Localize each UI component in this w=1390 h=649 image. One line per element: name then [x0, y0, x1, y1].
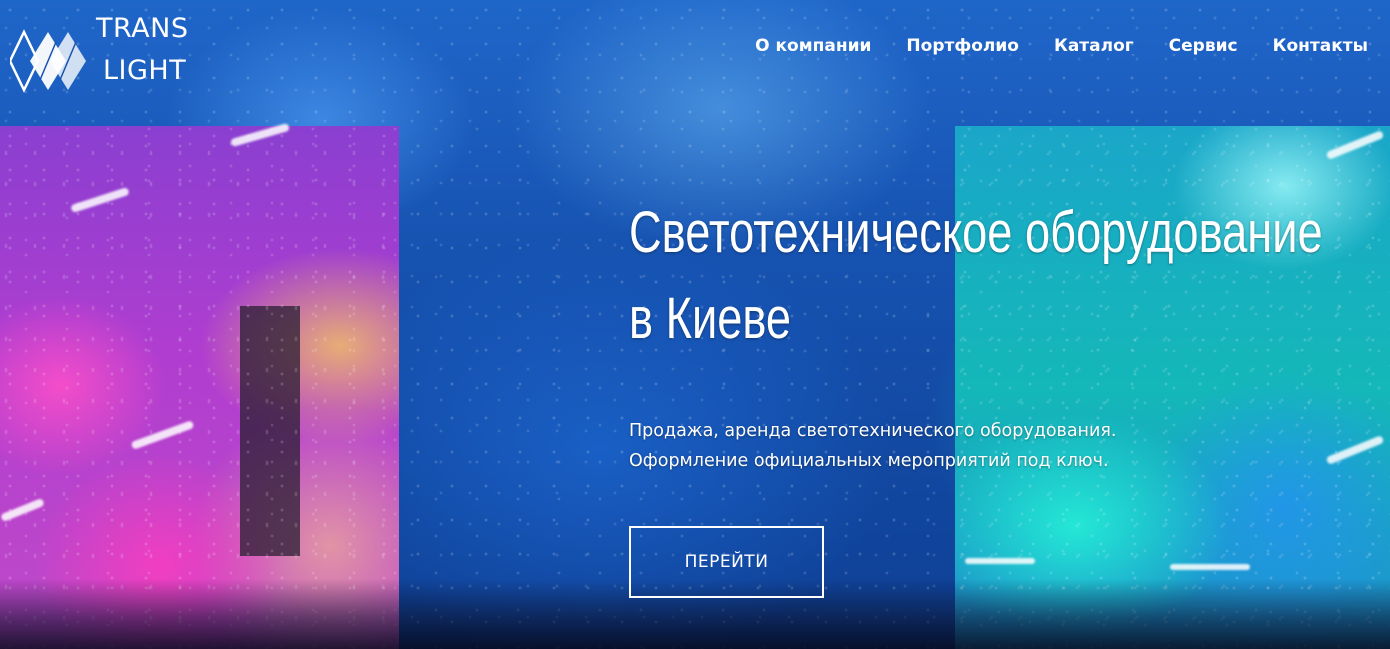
nav-item-catalog[interactable]: Каталог [1054, 36, 1134, 56]
light-beam [1170, 564, 1250, 570]
hero-subtitle: Продажа, аренда светотехнического оборуд… [629, 416, 1369, 476]
go-button[interactable]: ПЕРЕЙТИ [629, 526, 824, 598]
brand-name: TRANS LIGHT [96, 8, 188, 92]
light-beam [1325, 130, 1385, 160]
nav-item-contacts[interactable]: Контакты [1273, 36, 1368, 56]
hero-title-line-2: в Киеве [629, 286, 792, 351]
light-beam [230, 122, 290, 148]
nav-item-about[interactable]: О компании [755, 36, 871, 56]
brand-line-2: LIGHT [103, 55, 187, 86]
brand-logo-link[interactable]: TRANS LIGHT [10, 8, 200, 100]
brand-line-1: TRANS [96, 13, 189, 44]
light-beam [70, 186, 130, 214]
nav-item-portfolio[interactable]: Портфолио [906, 36, 1019, 56]
light-beam [0, 497, 45, 523]
confetti-overlay [0, 126, 399, 649]
hero-title: Светотехническое оборудование в Киеве [629, 190, 1370, 362]
speaker-tower [240, 306, 300, 556]
left-concert-photo-panel [0, 122, 399, 649]
hero-section: Светотехническое оборудование в Киеве Пр… [629, 190, 1369, 476]
light-beam [130, 420, 195, 450]
light-beam [965, 558, 1035, 564]
site-header: TRANS LIGHT О компании Портфолио Каталог… [0, 0, 1390, 100]
hero-subtitle-line-2: Оформление официальных мероприятий под к… [629, 451, 1109, 471]
main-navigation: О компании Портфолио Каталог Сервис Конт… [755, 36, 1368, 56]
hero-title-line-1: Светотехническое оборудование [629, 200, 1323, 265]
nav-item-service[interactable]: Сервис [1169, 36, 1238, 56]
diamond-logo-icon [10, 29, 86, 93]
hero-subtitle-line-1: Продажа, аренда светотехнического оборуд… [629, 421, 1117, 441]
